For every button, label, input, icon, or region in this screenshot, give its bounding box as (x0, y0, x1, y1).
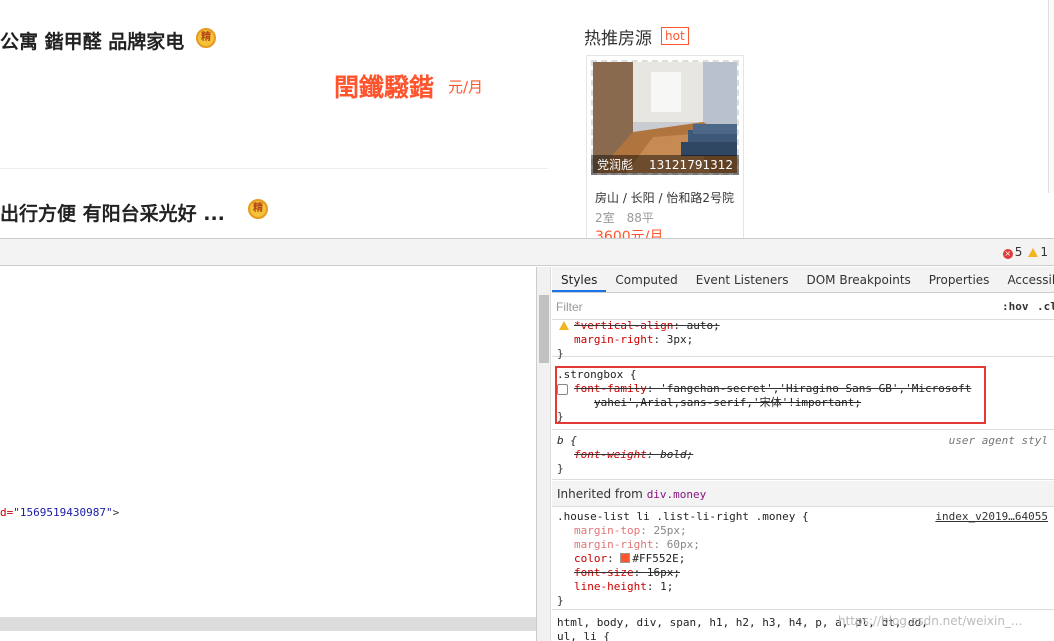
listing-title-2[interactable]: 出行方便 有阳台采光好 ... (0, 199, 225, 226)
rule-origin: user agent styl (948, 434, 1048, 447)
card-spec: 2室 88平 (595, 209, 654, 226)
attribute-value: "1569519430987" (13, 506, 113, 519)
rule-close-brace: } (557, 347, 564, 360)
listing-title-1[interactable]: 公寓 鍇甲醛 品牌家电 (0, 27, 184, 54)
tab-accessibility[interactable]: Accessibility (998, 267, 1054, 292)
sidebar-tabs: Styles Computed Event Listeners DOM Brea… (552, 267, 1054, 293)
hov-toggle[interactable]: :hov (1002, 300, 1029, 313)
css-declaration[interactable]: font-size: 16px; (574, 566, 680, 580)
color-swatch-icon[interactable] (620, 553, 631, 563)
warning-count: 1 (1040, 245, 1048, 259)
listing-price-obfuscated: 閏鑯驋鍇 (334, 73, 435, 102)
tab-properties[interactable]: Properties (920, 267, 999, 292)
error-icon: × (1002, 249, 1013, 259)
hot-listings-heading: 热推房源 (584, 29, 652, 49)
watermark: https://blog.csdn.net/weixin_... (838, 614, 1023, 628)
tab-event-listeners[interactable]: Event Listeners (687, 267, 798, 292)
css-declaration[interactable]: margin-right: 60px; (574, 538, 700, 552)
agent-caption: 党润彪 13121791312 (591, 155, 739, 175)
card-rooms: 2室 (595, 211, 615, 225)
featured-badge-icon: 精 (196, 28, 216, 48)
error-count: 5 (1014, 245, 1023, 259)
styles-sidebar: Styles Computed Event Listeners DOM Brea… (552, 267, 1054, 641)
css-declaration: font-weight: bold; (574, 448, 694, 461)
card-area: 88平 (626, 211, 654, 225)
rule-close-brace: } (557, 462, 564, 475)
agent-name: 党润彪 (597, 158, 634, 172)
rule-selector-continued: ul, li { (557, 630, 610, 641)
devtools-panel: × 5 1 d="1569519430987"> Styles Computed … (0, 238, 1054, 641)
devtools-toolbar: × 5 1 (0, 239, 1054, 266)
rule-selector[interactable]: b { (557, 434, 577, 448)
css-declaration[interactable]: line-height: 1; (574, 580, 673, 594)
tab-computed[interactable]: Computed (606, 267, 686, 292)
featured-badge-icon: 精 (248, 199, 268, 219)
hot-listing-card[interactable]: 党润彪 13121791312 房山 / 长阳 / 怡和路2号院 2室 88平 3… (586, 55, 744, 238)
warning-icon (1028, 248, 1039, 257)
tab-styles[interactable]: Styles (552, 267, 607, 292)
card-location[interactable]: 房山 / 长阳 / 怡和路2号院 (595, 189, 734, 206)
warning-icon (559, 321, 569, 330)
hot-tag: hot (661, 27, 689, 45)
css-declaration[interactable]: *vertical-align: auto; (574, 319, 720, 333)
style-rule-money: .house-list li .list-li-right .money { i… (552, 508, 1054, 610)
issue-counts[interactable]: × 5 1 (1002, 245, 1048, 259)
page-scrollbar[interactable] (1048, 0, 1054, 193)
elements-tree[interactable]: d="1569519430987"> (0, 267, 536, 641)
web-page: 公寓 鍇甲醛 品牌家电 精 閏鑯驋鍇 元/月 出行方便 有阳台采光好 ... 精… (0, 0, 1054, 238)
listing-price-unit: 元/月 (448, 78, 484, 96)
panel-splitter[interactable] (536, 267, 551, 641)
style-rule: *vertical-align: auto; margin-right: 3px… (552, 319, 1054, 360)
style-rule-b: b { user agent styl font-weight: bold; } (552, 432, 1054, 480)
card-price: 3600元/月 (595, 229, 664, 238)
styles-filter-input[interactable] (556, 297, 990, 317)
cls-toggle[interactable]: .cl (1037, 300, 1054, 313)
vertical-scrollbar-thumb[interactable] (539, 295, 549, 363)
rule-source-link[interactable]: index_v2019…64055 (935, 510, 1048, 524)
css-declaration[interactable]: color: #FF552E; (574, 552, 685, 566)
elements-horizontal-scrollbar[interactable] (0, 617, 536, 631)
rule-close-brace: } (557, 594, 564, 607)
css-declaration[interactable]: margin-right: 3px; (574, 333, 693, 347)
tab-dom-breakpoints[interactable]: DOM Breakpoints (797, 267, 919, 292)
inherited-header: Inherited from div.money (552, 481, 1054, 507)
dom-node-line[interactable]: d="1569519430987"> (0, 506, 119, 519)
agent-phone: 13121791312 (649, 158, 733, 172)
red-annotation-box (555, 366, 986, 424)
css-declaration[interactable]: margin-top: 25px; (574, 524, 687, 538)
inherited-element-link[interactable]: div.money (647, 488, 707, 501)
rule-selector[interactable]: .house-list li .list-li-right .money { (557, 510, 809, 524)
listing-divider (0, 168, 548, 169)
filter-bar: :hov .cl (552, 294, 1054, 320)
